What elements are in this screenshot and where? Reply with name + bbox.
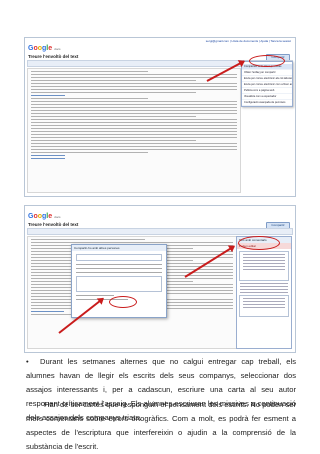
document-body[interactable] xyxy=(27,68,241,193)
document-title: Treure l'envoltò del text xyxy=(28,222,79,227)
options-list[interactable] xyxy=(239,295,289,317)
invite-field[interactable] xyxy=(76,254,162,261)
menu-item[interactable]: Configuració avançada de permisos xyxy=(242,100,292,106)
top-links-bar: sergi@gmail.com | Llista de documents | … xyxy=(25,38,295,44)
highlight-ring xyxy=(249,55,285,67)
highlight-ring xyxy=(109,296,137,308)
google-docs-logo: Google docs xyxy=(28,45,61,52)
google-docs-logo: Google docs xyxy=(28,213,61,220)
document-title: Treure l'envoltò del text xyxy=(28,54,79,59)
editor-toolbar xyxy=(27,228,293,242)
dialog-title: Compartir-ho amb altres persones xyxy=(72,245,166,251)
highlight-ring xyxy=(238,236,280,250)
top-links-bar xyxy=(25,206,295,212)
account-links[interactable]: sergi@gmail.com | Llista de documents | … xyxy=(206,39,291,43)
screenshot-sharing-dialog: Google docs Treure l'envoltò del text Com… xyxy=(24,205,296,353)
message-field[interactable] xyxy=(76,276,162,292)
bullet-icon: • xyxy=(26,357,29,366)
collaborator-list[interactable] xyxy=(239,251,289,281)
collaborators-panel: Text amb comentaris Poden editar xyxy=(236,236,292,349)
share-dropdown-menu: Comparteix amb altres persones Obtén l'e… xyxy=(241,61,293,107)
screenshot-sharing-menu: sergi@gmail.com | Llista de documents | … xyxy=(24,37,296,197)
paragraph-letters: Han de ser cartes que responguin el pens… xyxy=(26,400,297,451)
